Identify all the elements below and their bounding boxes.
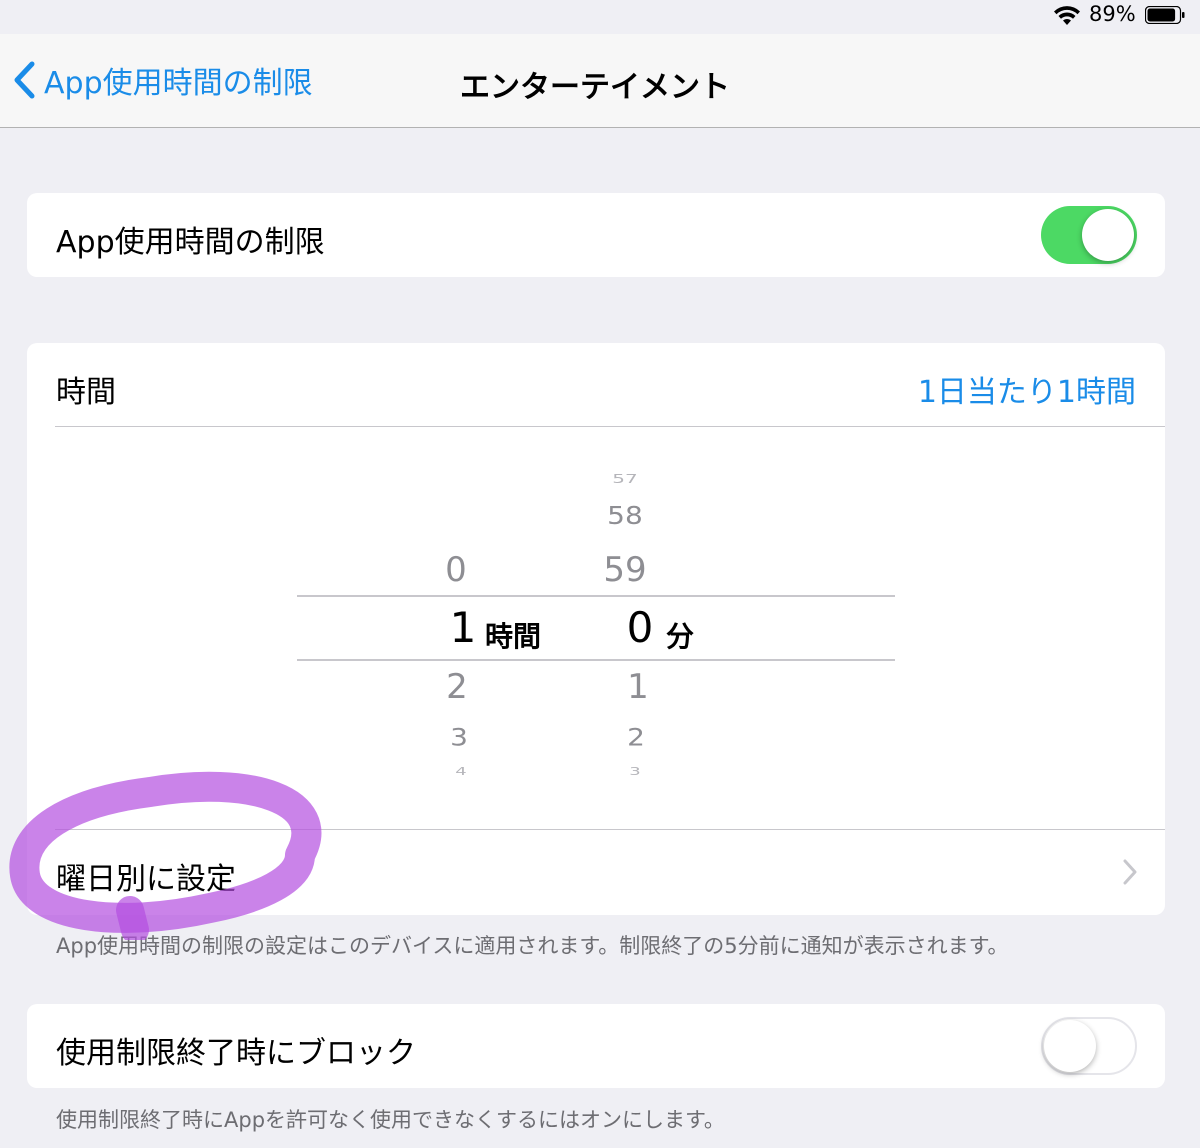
- minutes-option: 2: [627, 723, 645, 752]
- minutes-option: 58: [607, 501, 643, 531]
- time-picker[interactable]: 0 1 時間 2 3 4 57 58 59 0 分 1 2 3: [27, 427, 1165, 829]
- picker-selection-top-line: [297, 595, 895, 597]
- block-label: 使用制限終了時にブロック: [56, 1036, 416, 1071]
- time-value: 1日当たり1時間: [917, 375, 1136, 410]
- minutes-option: 3: [629, 765, 641, 778]
- minutes-selected: 0: [626, 603, 654, 652]
- navigation-bar: App使用時間の制限 エンターテイメント: [0, 34, 1200, 128]
- status-bar: 89%: [0, 0, 1200, 34]
- time-card: 時間 1日当たり1時間 0 1 時間 2 3 4 57 58 59 0 分 1 …: [27, 343, 1165, 915]
- battery-percent: 89%: [1089, 2, 1136, 26]
- toggle-knob: [1082, 209, 1134, 261]
- chevron-right-icon: [1123, 859, 1137, 885]
- hours-option: 2: [446, 667, 468, 707]
- minutes-unit: 分: [666, 620, 695, 653]
- block-toggle[interactable]: [1041, 1017, 1137, 1075]
- app-limit-label: App使用時間の制限: [56, 225, 325, 260]
- by-day-label: 曜日別に設定: [56, 862, 236, 897]
- picker-selection-bottom-line: [297, 659, 895, 661]
- block-card: 使用制限終了時にブロック: [27, 1004, 1165, 1088]
- page-title: エンターテイメント: [460, 70, 730, 105]
- battery-icon: [1145, 6, 1185, 24]
- limit-footnote: App使用時間の制限の設定はこのデバイスに適用されます。制限終了の5分前に通知が…: [56, 934, 1009, 958]
- app-limit-card: App使用時間の制限: [27, 193, 1165, 277]
- app-limit-toggle[interactable]: [1041, 206, 1137, 264]
- hours-unit: 時間: [485, 620, 542, 653]
- time-label: 時間: [56, 375, 116, 410]
- block-footnote: 使用制限終了時にAppを許可なく使用できなくするにはオンにします。: [56, 1108, 725, 1132]
- hours-option: 4: [455, 765, 467, 778]
- minutes-option: 1: [627, 667, 649, 707]
- wifi-icon: [1054, 6, 1080, 25]
- minutes-option: 59: [603, 550, 647, 590]
- hours-option: 3: [450, 723, 468, 752]
- hours-selected: 1: [449, 603, 477, 652]
- hours-option: 0: [445, 550, 467, 590]
- toggle-knob: [1044, 1020, 1096, 1072]
- time-row[interactable]: 時間 1日当たり1時間: [27, 343, 1165, 427]
- by-day-row[interactable]: 曜日別に設定: [27, 830, 1165, 915]
- minutes-option: 57: [612, 471, 638, 487]
